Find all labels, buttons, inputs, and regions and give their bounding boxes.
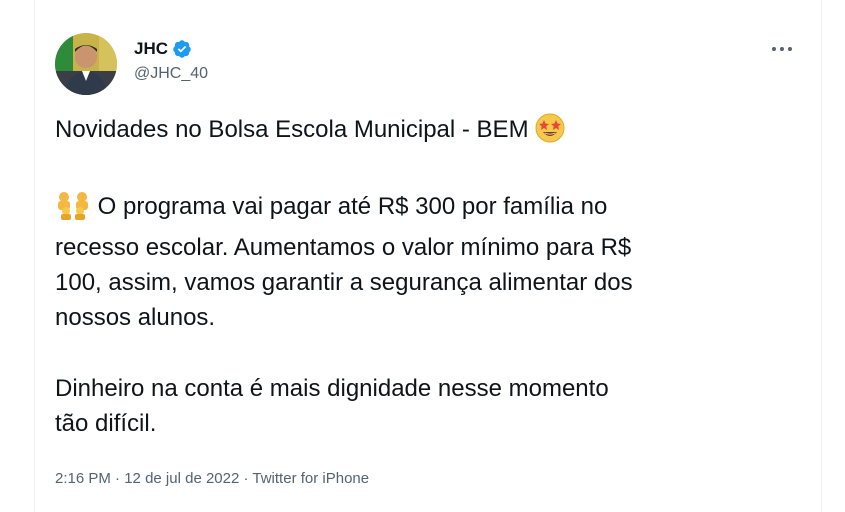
tweet-line: Novidades no Bolsa Escola Municipal - BE… xyxy=(55,116,529,143)
tweet-paragraph-1: Novidades no Bolsa Escola Municipal - BE… xyxy=(55,112,795,153)
tweet-line: Dinheiro na conta é mais dignidade nesse… xyxy=(55,375,609,402)
display-name[interactable]: JHC xyxy=(134,39,168,59)
tweet-line: O programa vai pagar até R$ 300 por famí… xyxy=(97,193,608,220)
tweet-line: 100, assim, vamos garantir a segurança a… xyxy=(55,269,633,296)
profile-photo-icon xyxy=(55,33,117,95)
tweet-text: Novidades no Bolsa Escola Municipal - BE… xyxy=(55,112,795,441)
tweet-date[interactable]: 12 de jul de 2022 xyxy=(124,470,239,487)
tweet-header: JHC @JHC_40 xyxy=(55,33,801,97)
tweet-paragraph-3: Dinheiro na conta é mais dignidade nesse… xyxy=(55,371,795,441)
name-row: JHC xyxy=(134,37,208,61)
star-struck-emoji-icon xyxy=(535,113,565,153)
more-options-icon xyxy=(772,47,792,51)
family-emoji-icon xyxy=(55,190,91,230)
tweet-line: tão difícil. xyxy=(55,410,157,437)
tweet-line: recesso escolar. Aumentamos o valor míni… xyxy=(55,234,632,261)
tweet-paragraph-2: O programa vai pagar até R$ 300 por famí… xyxy=(55,189,795,335)
avatar[interactable] xyxy=(55,33,117,95)
tweet-line: nossos alunos. xyxy=(55,304,216,331)
meta-separator: · xyxy=(110,470,125,487)
meta-separator: · xyxy=(239,470,253,487)
tweet-card: JHC @JHC_40 Novidades no Bolsa Escola Mu… xyxy=(34,0,822,512)
author-handle[interactable]: @JHC_40 xyxy=(134,65,208,83)
verified-badge-icon xyxy=(172,39,192,59)
tweet-source-link[interactable]: Twitter for iPhone xyxy=(252,470,369,487)
tweet-meta: 2:16 PM · 12 de jul de 2022 · Twitter fo… xyxy=(55,470,369,487)
more-options-button[interactable] xyxy=(767,39,797,59)
author-names: JHC @JHC_40 xyxy=(134,37,208,83)
tweet-time[interactable]: 2:16 PM xyxy=(55,470,111,487)
